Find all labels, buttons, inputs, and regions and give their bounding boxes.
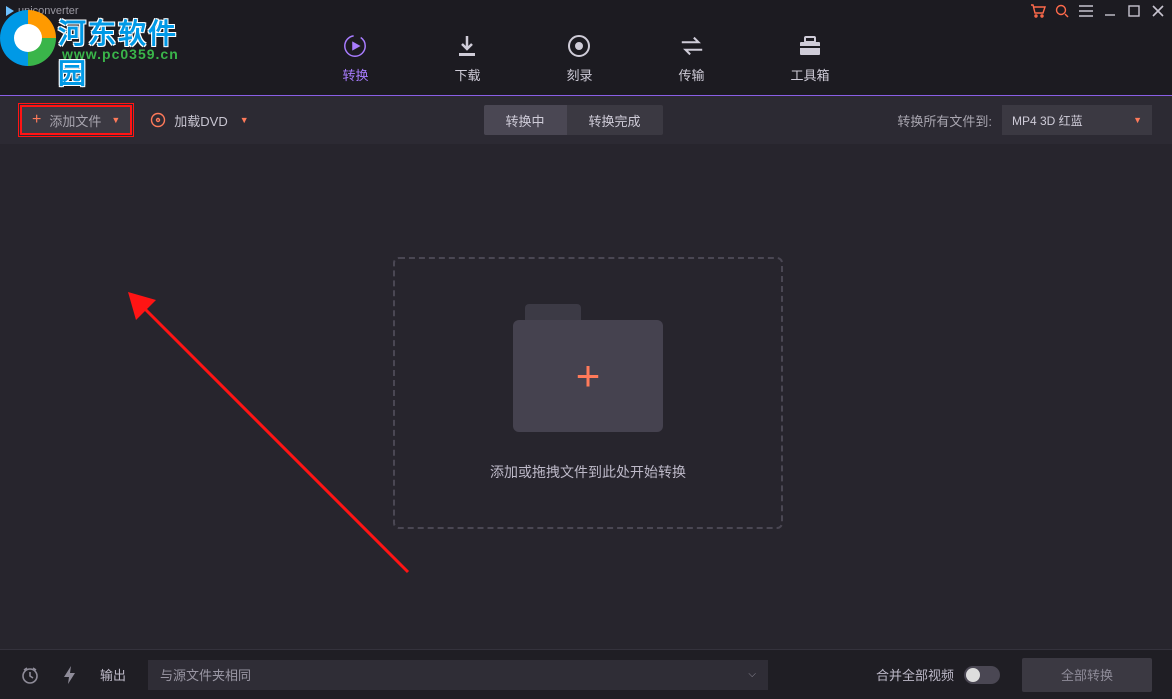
search-icon[interactable] [1054,3,1070,19]
sub-toolbar: + 添加文件 ▼ 加载DVD ▼ 转换中 转换完成 转换所有文件到: MP4 3… [0,96,1172,144]
title-bar: uniconverter [0,0,1172,22]
app-title: uniconverter [18,5,79,17]
annotation-arrow [128,292,428,592]
plus-icon: + [576,352,601,400]
chevron-down-icon: ▼ [1133,115,1142,125]
merge-toggle[interactable] [964,666,1000,684]
chevron-down-icon: ▼ [240,115,249,125]
nav-label: 传输 [679,65,705,84]
convert-all-to-group: 转换所有文件到: MP4 3D 红蓝 ▼ [897,105,1152,135]
nav-download[interactable]: 下载 [442,27,492,90]
chevron-down-icon: ⌵ [748,669,756,680]
format-value: MP4 3D 红蓝 [1012,112,1083,129]
folder-icon: + [513,304,663,434]
nav-label: 下载 [454,65,480,84]
add-file-label: 添加文件 [49,111,101,130]
nav-transfer[interactable]: 传输 [667,27,717,90]
nav-label: 工具箱 [791,65,830,84]
output-value: 与源文件夹相同 [160,665,251,684]
add-file-button[interactable]: + 添加文件 ▼ [20,105,132,135]
clock-icon[interactable] [20,665,40,685]
drop-hint: 添加或拖拽文件到此处开始转换 [490,462,686,482]
minimize-button[interactable] [1102,3,1118,19]
main-nav: 转换 下载 刻录 传输 工具箱 [0,22,1172,96]
close-button[interactable] [1150,3,1166,19]
nav-burn[interactable]: 刻录 [554,27,604,90]
transfer-icon [679,33,705,59]
load-dvd-label: 加载DVD [174,111,227,130]
output-label: 输出 [100,665,126,684]
output-format-select[interactable]: MP4 3D 红蓝 ▼ [1002,105,1152,135]
speed-icon[interactable] [62,665,78,685]
convert-all-button[interactable]: 全部转换 [1022,658,1152,692]
tab-done[interactable]: 转换完成 [567,105,663,135]
output-folder-select[interactable]: 与源文件夹相同 ⌵ [148,660,768,690]
toolbox-icon [797,33,823,59]
drop-zone[interactable]: + 添加或拖拽文件到此处开始转换 [393,257,783,529]
cart-icon[interactable] [1030,3,1046,19]
nav-label: 刻录 [566,65,592,84]
disc-icon [150,112,166,128]
nav-label: 转换 [342,65,368,84]
chevron-down-icon: ▼ [111,115,120,125]
convert-all-to-label: 转换所有文件到: [897,111,992,130]
nav-toolbox[interactable]: 工具箱 [779,27,842,90]
load-dvd-button[interactable]: 加载DVD ▼ [150,111,248,130]
download-icon [454,33,480,59]
merge-videos-group: 合并全部视频 [876,665,1000,684]
maximize-button[interactable] [1126,3,1142,19]
status-tabs: 转换中 转换完成 [484,105,663,135]
menu-icon[interactable] [1078,3,1094,19]
app-logo-icon [6,6,14,16]
footer-bar: 输出 与源文件夹相同 ⌵ 合并全部视频 全部转换 [0,649,1172,699]
nav-convert[interactable]: 转换 [330,27,380,90]
burn-icon [566,33,592,59]
convert-icon [342,33,368,59]
plus-icon: + [32,111,41,129]
merge-label: 合并全部视频 [876,665,954,684]
workspace: + 添加或拖拽文件到此处开始转换 [0,144,1172,649]
tab-converting[interactable]: 转换中 [484,105,567,135]
